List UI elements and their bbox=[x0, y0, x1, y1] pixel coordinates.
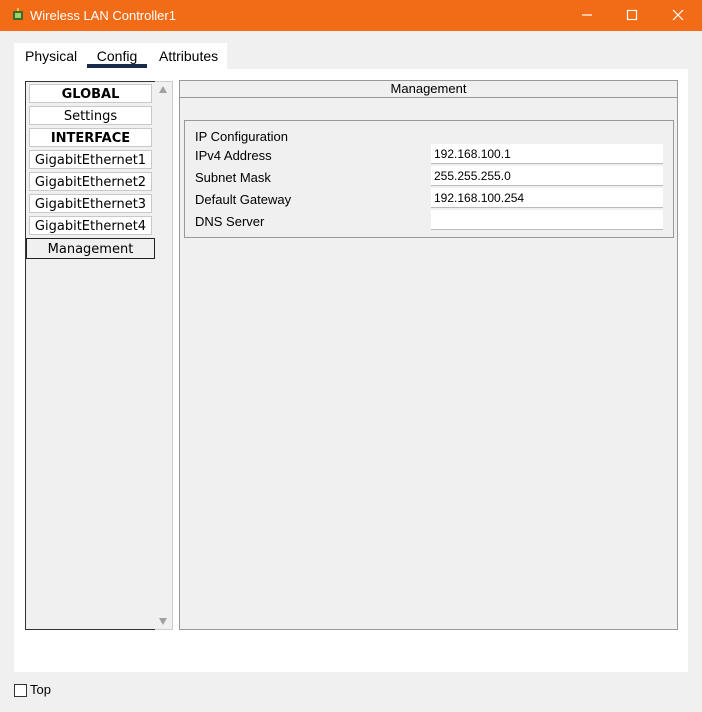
minimize-icon[interactable] bbox=[564, 0, 610, 31]
sidebar-scrollbar[interactable] bbox=[155, 81, 173, 630]
sidebar-item-interface[interactable]: INTERFACE bbox=[29, 128, 152, 147]
sidebar-item-global[interactable]: GLOBAL bbox=[29, 84, 152, 103]
top-checkbox-label: Top bbox=[30, 682, 51, 697]
default-gateway-label: Default Gateway bbox=[195, 192, 292, 207]
dns-server-field[interactable] bbox=[431, 210, 663, 230]
window-title: Wireless LAN Controller1 bbox=[30, 8, 176, 23]
maximize-icon[interactable] bbox=[609, 0, 655, 31]
ip-configuration-group: IP Configuration IPv4 Address 192.168.10… bbox=[184, 120, 674, 238]
ip-configuration-title: IP Configuration bbox=[195, 129, 288, 144]
ipv4-address-label: IPv4 Address bbox=[195, 148, 272, 163]
scroll-up-arrow-icon[interactable] bbox=[159, 86, 167, 93]
subnet-mask-field[interactable]: 255.255.255.0 bbox=[431, 166, 663, 186]
sidebar-item-settings[interactable]: Settings bbox=[29, 106, 152, 125]
tab-physical[interactable]: Physical bbox=[14, 43, 97, 69]
sidebar-item-gigabitethernet3[interactable]: GigabitEthernet3 bbox=[29, 194, 152, 213]
sidebar-item-management[interactable]: Management bbox=[26, 238, 155, 259]
management-header: Management bbox=[180, 81, 677, 98]
title-bar[interactable]: Wireless LAN Controller1 bbox=[0, 0, 702, 31]
top-checkbox[interactable] bbox=[14, 684, 27, 697]
management-section: Management IP Configuration IPv4 Address… bbox=[179, 80, 678, 630]
sidebar-item-gigabitethernet2[interactable]: GigabitEthernet2 bbox=[29, 172, 152, 191]
subnet-mask-label: Subnet Mask bbox=[195, 170, 271, 185]
close-icon[interactable] bbox=[655, 0, 701, 31]
default-gateway-field[interactable]: 192.168.100.254 bbox=[431, 188, 663, 208]
dns-server-label: DNS Server bbox=[195, 214, 265, 229]
sidebar-item-gigabitethernet1[interactable]: GigabitEthernet1 bbox=[29, 150, 152, 169]
tab-attributes[interactable]: Attributes bbox=[159, 43, 227, 69]
scroll-down-arrow-icon[interactable] bbox=[159, 618, 167, 625]
config-sidebar[interactable]: GLOBAL Settings INTERFACE GigabitEtherne… bbox=[25, 81, 156, 630]
cisco-device-icon bbox=[10, 7, 26, 23]
active-tab-indicator bbox=[87, 64, 147, 68]
sidebar-item-gigabitethernet4[interactable]: GigabitEthernet4 bbox=[29, 216, 152, 235]
ipv4-address-field[interactable]: 192.168.100.1 bbox=[431, 144, 663, 164]
